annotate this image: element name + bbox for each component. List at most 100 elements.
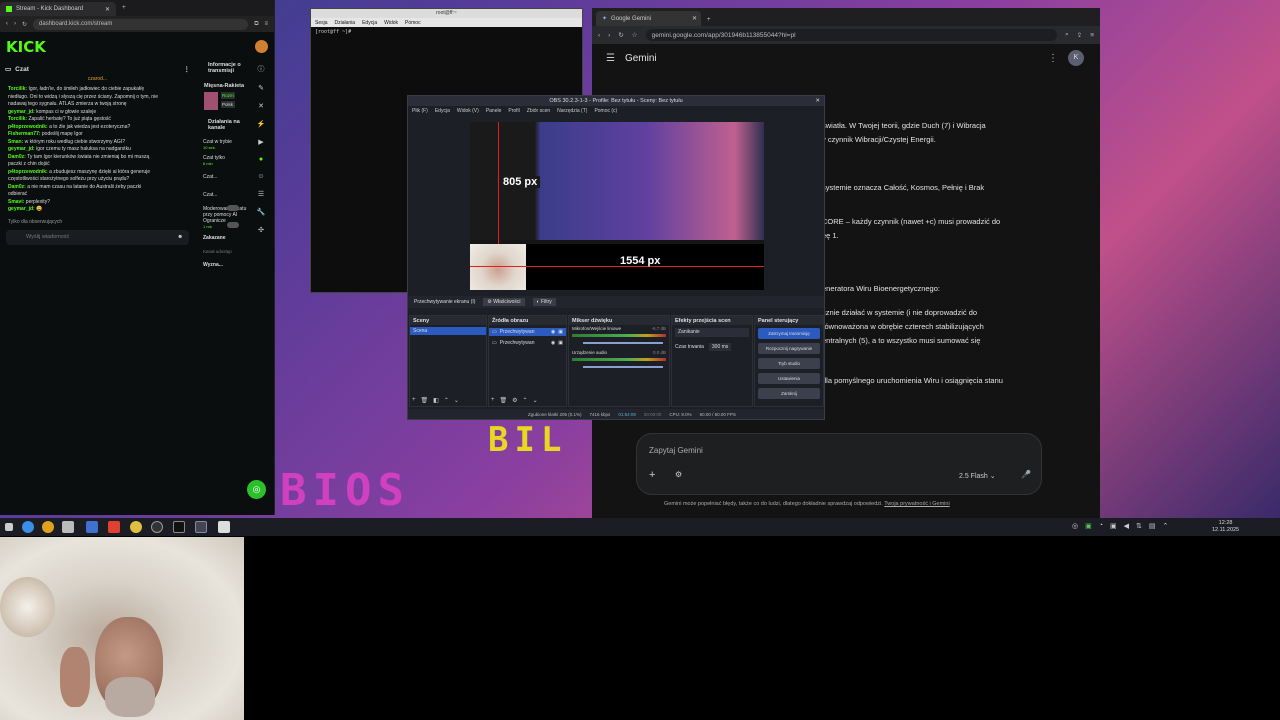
obs-menu-item[interactable]: Zbiór scen [527,108,550,114]
obs-menu-item[interactable]: Widok (V) [457,108,479,114]
lock-icon[interactable]: ▣ [558,340,563,346]
play-icon[interactable]: ▶ [258,138,263,146]
hamburger-icon[interactable]: ☰ [606,53,615,64]
control-button[interactable]: Zatrzymaj transmisję [758,328,820,339]
network-icon[interactable]: ⇅ [1136,522,1142,530]
eye-icon[interactable]: ◉ [551,329,555,335]
close-icon[interactable]: ✕ [815,96,820,106]
puzzle-icon[interactable]: ✣ [258,226,264,234]
obs-menu-item[interactable]: Edycja [435,108,450,114]
kick-logo[interactable]: KICK [6,38,46,57]
up-icon[interactable]: ⌃ [523,397,528,404]
control-button[interactable]: Zamknij [758,388,820,399]
chat-username[interactable]: Dam0z: [8,154,26,160]
terminal-menu-item[interactable]: Edycja [362,20,377,26]
control-button[interactable]: Tryb studio [758,358,820,369]
chevron-up-icon[interactable]: ⌃ [1162,522,1168,530]
toggle-switch[interactable] [227,205,239,211]
clock[interactable]: 12:28 12.11.2025 [1212,520,1239,534]
down-icon[interactable]: ⌄ [533,397,538,404]
obs-preview[interactable]: 805 px 1554 px [470,122,764,290]
terminal-menu-item[interactable]: Widok [384,20,398,26]
chat-toggle-1[interactable]: Czat... [203,174,248,180]
add-icon[interactable]: + [412,397,416,404]
avatar[interactable]: K [1068,50,1084,66]
bookmark-icon[interactable]: ☆ [632,31,638,39]
transition-select[interactable]: Zanikanie [675,328,749,337]
down-icon[interactable]: ⌄ [454,397,459,404]
new-tab-icon[interactable]: + [122,5,126,11]
users-icon[interactable]: ☺ [257,173,264,180]
extensions-icon[interactable]: ⧉ [254,21,258,28]
terminal-menu-item[interactable]: Działania [335,20,356,26]
gemini-tab[interactable]: ✦ Google Gemini ✕ [596,11,701,26]
wrench-icon[interactable]: 🔧 [257,208,266,216]
bolt-icon[interactable]: ⚡ [257,120,266,128]
message-input[interactable]: Wyślij wiadomość ☻ [6,229,189,245]
control-button[interactable]: Rozpocznij nagrywanie [758,343,820,354]
speaker-icon[interactable]: ◀ [1124,522,1129,530]
tray-icon[interactable]: ◔ [1099,522,1103,530]
brave-icon[interactable] [108,521,120,533]
more-icon[interactable]: ⋮ [184,65,191,73]
obs-icon[interactable] [151,521,163,533]
more-icon[interactable]: ⋮ [1048,53,1058,64]
followers-chat-row[interactable]: Czat tylko 6 min [203,155,248,166]
filters-button[interactable]: ◐ Filtry [532,298,556,306]
ai-moderation[interactable]: Moderowanie czatu przy pomocy AI [203,206,248,218]
source-item[interactable]: ▭ Przechwytywan ◉ ▣ [489,328,566,336]
chat-username[interactable]: Sman: [8,139,23,145]
control-button[interactable]: Ustawienia [758,373,820,384]
gemini-prompt-box[interactable]: Zapytaj Gemini + ⚙ 2.5 Flash ⌄ 🎤 [636,433,1042,495]
reload-icon[interactable]: ↻ [618,31,623,39]
terminal-menu-item[interactable]: Pomoc [405,20,421,26]
obs-menu-item[interactable]: Narzędzia (T) [557,108,587,114]
privacy-link[interactable]: Twoja prywatność i Gemini [884,501,949,507]
menu-icon[interactable]: ≡ [1090,32,1094,39]
chrome-icon[interactable] [42,521,54,533]
back-icon[interactable]: ‹ [6,21,8,27]
chat-username[interactable]: geymar_jd: [8,206,35,212]
chat-username[interactable]: Smavi: [8,199,24,205]
eye-icon[interactable]: ◉ [551,340,555,346]
zoom-icon[interactable]: ⌕ [1065,31,1069,39]
avatar[interactable] [255,40,268,53]
add-icon[interactable]: + [649,469,655,481]
window-icon[interactable] [195,521,207,533]
trash-icon[interactable]: 🗑 [421,397,429,404]
source-item[interactable]: ▭ Przechwytywan ◉ ▣ [489,339,566,347]
gemini-url-field[interactable]: gemini.google.com/app/301946b113855044?h… [645,29,1058,41]
model-selector[interactable]: 2.5 Flash ⌄ [959,472,996,480]
pencil-icon[interactable]: ✎ [258,84,264,92]
chat-bubble-icon[interactable]: ● [259,156,263,163]
tray-icon[interactable]: ▣ [1110,522,1117,530]
list-icon[interactable]: ☰ [258,190,264,198]
forward-icon[interactable]: › [608,32,610,39]
chat-username[interactable]: p4toprzewodnik: [8,124,48,130]
close-icon[interactable]: ✕ [105,6,110,13]
share-row[interactable]: Wyzna... [203,262,248,268]
obs-menu-item[interactable]: Panele [486,108,502,114]
properties-button[interactable]: ⚙ Właściwości [483,298,525,306]
files-icon[interactable] [62,521,74,533]
back-icon[interactable]: ‹ [598,32,600,39]
app2-icon[interactable] [130,521,142,533]
terminal-icon[interactable] [173,521,185,533]
terminal-menu-item[interactable]: Sesja [315,20,328,26]
info-icon[interactable]: ⓘ [258,64,265,74]
mic-icon[interactable]: 🎤 [1021,470,1031,479]
obs-menu-item[interactable]: Plik (F) [412,108,428,114]
start-menu-icon[interactable] [5,523,13,531]
tray-icon[interactable]: ◎ [1072,522,1078,530]
browser-icon[interactable] [22,521,34,533]
window2-icon[interactable] [218,521,230,533]
emoji-icon[interactable]: ☻ [177,234,183,240]
chat-username[interactable]: Torcilik: [8,116,27,122]
forward-icon[interactable]: › [14,21,16,27]
reload-icon[interactable]: ↻ [22,21,27,28]
menu-icon[interactable]: ≡ [264,21,268,27]
toggle-switch[interactable] [227,222,239,228]
scene-item[interactable]: Scena [410,327,486,335]
audio-slider[interactable] [583,366,663,368]
chat-username[interactable]: Torcilik: [8,86,27,92]
